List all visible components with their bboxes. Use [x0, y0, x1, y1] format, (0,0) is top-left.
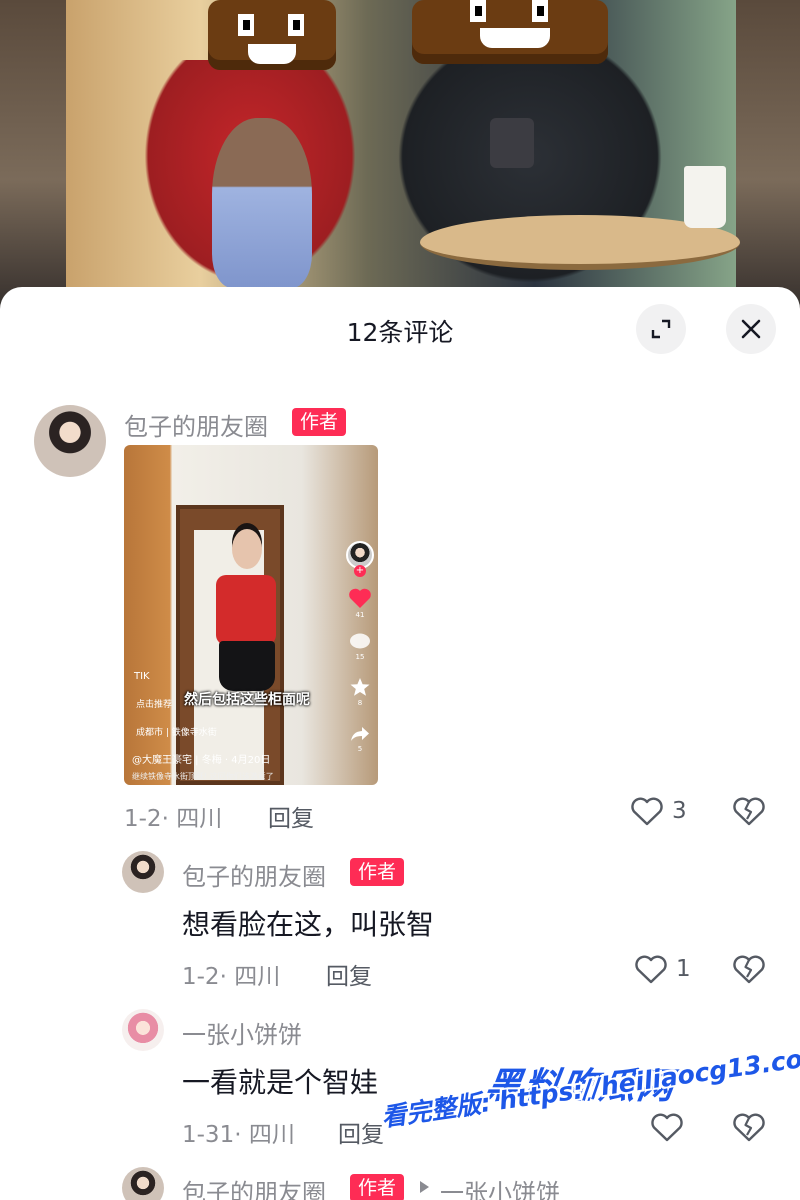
poodle-dog — [212, 118, 312, 288]
heart-outline-icon — [635, 955, 667, 984]
comment-meta: 1-2· 四川 — [124, 806, 223, 832]
video-comment: 15 — [346, 633, 374, 661]
broken-heart-icon[interactable] — [732, 954, 766, 984]
woman-figure — [216, 575, 276, 645]
comment-meta: 1-31· 四川 — [182, 1122, 295, 1148]
woman-figure — [232, 529, 262, 569]
like-button[interactable]: 3 — [630, 796, 687, 826]
comment-meta: 1-2· 四川 — [182, 964, 281, 990]
cup — [684, 166, 726, 228]
like-button[interactable]: 1 — [634, 954, 691, 984]
follow-plus-icon: + — [354, 565, 366, 577]
pixelated-face-emoji — [208, 0, 336, 70]
woman-figure — [219, 641, 275, 691]
video-badge: TIK — [134, 671, 150, 682]
video-favorite: 8 — [346, 677, 374, 707]
video-like-count: 41 — [355, 611, 365, 619]
avatar[interactable] — [122, 1009, 164, 1051]
comment-username[interactable]: 一张小饼饼 — [182, 1015, 302, 1050]
like-count: 1 — [676, 956, 691, 982]
video-location: 成都市 | 铁像寺水街 — [136, 728, 217, 738]
author-tag: 作者 — [350, 1174, 405, 1200]
broken-heart-icon[interactable] — [732, 796, 766, 826]
phone — [490, 118, 534, 168]
author-tag: 作者 — [350, 858, 405, 886]
video-share-count: 5 — [357, 745, 363, 753]
heart-icon — [349, 588, 371, 608]
embedded-video-thumbnail[interactable]: TIK 然后包括这些柜面呢 点击推荐 成都市 | 铁像寺水街 @大魔王豪宅 | … — [124, 445, 378, 785]
broken-heart-icon[interactable] — [732, 1112, 766, 1142]
avatar[interactable] — [122, 1167, 164, 1200]
reply-arrow-icon — [420, 1181, 429, 1193]
avatar[interactable] — [34, 405, 106, 477]
video-caption: 然后包括这些柜面呢 — [184, 692, 310, 708]
reply-to-username[interactable]: 一张小饼饼 — [440, 1173, 560, 1200]
comment-text: 想看脸在这，叫张智 — [182, 908, 435, 941]
reply-button[interactable]: 回复 — [268, 799, 314, 833]
author-tag: 作者 — [292, 408, 347, 436]
video-description: 继续铁像寺水街顶跃! 这回你们该满意了 — [132, 772, 274, 781]
comment-text: 一看就是个智娃 — [182, 1066, 379, 1099]
comment-bubble-icon — [350, 633, 370, 649]
video-share: 5 — [346, 725, 374, 753]
like-count: 3 — [672, 798, 687, 824]
avatar[interactable] — [122, 851, 164, 893]
close-button[interactable] — [726, 304, 776, 354]
heart-outline-icon[interactable] — [650, 1112, 684, 1142]
share-arrow-icon — [351, 727, 369, 741]
video-account: @大魔王豪宅 | 冬梅 · 4月20日 — [132, 755, 271, 766]
video-favorite-count: 8 — [357, 699, 363, 707]
reply-button[interactable]: 回复 — [338, 1115, 384, 1149]
video-recommend: 点击推荐 — [136, 700, 173, 710]
pixelated-face-emoji — [412, 0, 608, 64]
star-icon — [350, 678, 370, 696]
close-icon — [741, 319, 761, 339]
sheet-header: 12条评论 — [0, 287, 800, 371]
expand-icon — [651, 319, 671, 339]
reply-button[interactable]: 回复 — [326, 957, 372, 991]
expand-button[interactable] — [636, 304, 686, 354]
video-comment-count: 15 — [355, 653, 365, 661]
video-like: 41 — [346, 587, 374, 619]
comment-username[interactable]: 包子的朋友圈 — [124, 407, 268, 442]
heart-outline-icon — [631, 797, 663, 826]
background-video[interactable] — [0, 0, 800, 300]
comment-username[interactable]: 包子的朋友圈 — [182, 1173, 326, 1200]
comment-username[interactable]: 包子的朋友圈 — [182, 857, 326, 892]
